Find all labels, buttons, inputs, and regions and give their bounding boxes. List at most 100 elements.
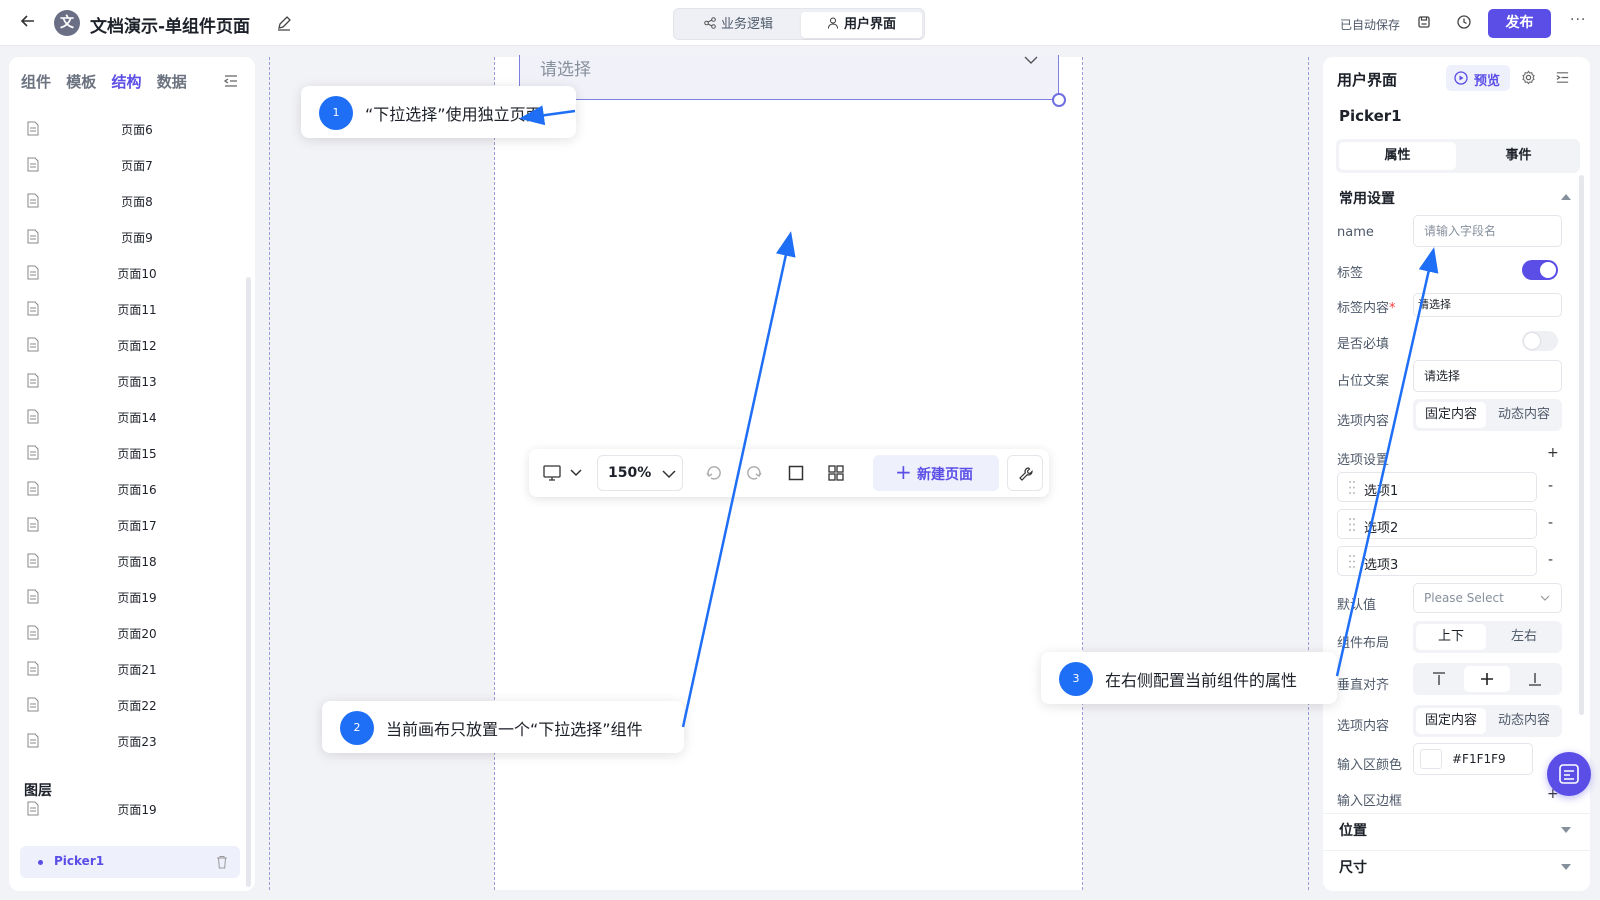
input-color-picker[interactable]: #F1F1F9 <box>1413 743 1533 775</box>
tab-structure[interactable]: 结构 <box>112 71 142 92</box>
callout-2: 2 当前画布只放置一个“下拉选择”组件 <box>322 701 684 753</box>
tab-business-logic[interactable]: 业务逻辑 <box>678 12 799 38</box>
tab-user-interface[interactable]: 用户界面 <box>801 12 922 38</box>
zoom-select[interactable]: 150% <box>597 455 683 491</box>
collapse-caret-icon[interactable] <box>1561 194 1571 200</box>
page-list-item[interactable]: 页面7 <box>27 155 227 175</box>
settings-wrench-button[interactable] <box>1007 455 1043 491</box>
tag-content-label: 标签内容* <box>1337 297 1396 316</box>
tab-data[interactable]: 数据 <box>157 71 187 92</box>
more-menu-icon[interactable]: ··· <box>1570 12 1586 28</box>
page-list-item[interactable]: 页面14 <box>27 407 227 427</box>
expand-caret-icon[interactable] <box>1561 827 1571 833</box>
publish-button[interactable]: 发布 <box>1488 9 1551 38</box>
preview-button[interactable]: 预览 <box>1446 65 1510 91</box>
option-dynamic-2[interactable]: 动态内容 <box>1489 708 1559 734</box>
page-list-item-label: 页面18 <box>117 555 157 569</box>
props-events-tabs: 属性 事件 <box>1336 139 1580 173</box>
document-icon <box>27 157 39 172</box>
page-list-item[interactable]: 页面10 <box>27 263 227 283</box>
page-list-item[interactable]: 页面19 <box>27 587 227 607</box>
autosave-status: 已自动保存 <box>1340 18 1401 32</box>
align-top-button[interactable] <box>1416 666 1462 692</box>
page-list-item[interactable]: 页面20 <box>27 623 227 643</box>
drag-handle-icon[interactable] <box>1348 517 1356 532</box>
assistant-fab-button[interactable] <box>1547 752 1591 796</box>
option-fixed-2[interactable]: 固定内容 <box>1416 708 1486 734</box>
remove-option-1-button[interactable]: - <box>1548 478 1553 494</box>
layer-picker-label: Picker1 <box>54 854 105 868</box>
page-list-item[interactable]: 页面16 <box>27 479 227 499</box>
option-dynamic[interactable]: 动态内容 <box>1489 402 1559 428</box>
left-scrollbar[interactable] <box>246 277 251 887</box>
name-input[interactable]: 请输入字段名 <box>1413 215 1562 247</box>
document-icon <box>27 337 39 352</box>
page-list-item-label: 页面16 <box>117 483 157 497</box>
picker-component[interactable]: 请选择 <box>519 55 1059 100</box>
right-scrollbar[interactable] <box>1579 175 1584 715</box>
tag-content-input[interactable]: 请选择 <box>1413 293 1562 317</box>
grid-icon[interactable] <box>827 464 845 482</box>
color-swatch[interactable] <box>1420 749 1442 769</box>
option-fixed[interactable]: 固定内容 <box>1416 402 1486 428</box>
page-list-item[interactable]: 页面13 <box>27 371 227 391</box>
redo-icon[interactable] <box>745 464 763 482</box>
page-list-item[interactable]: 页面15 <box>27 443 227 463</box>
tag-label: 标签 <box>1337 266 1364 281</box>
page-list-item[interactable]: 页面8 <box>27 191 227 211</box>
option-row-1[interactable]: 选项1 <box>1337 472 1537 502</box>
align-bottom-button[interactable] <box>1512 666 1558 692</box>
drag-handle-icon[interactable] <box>1348 480 1356 495</box>
required-star: * <box>1389 301 1396 316</box>
tag-content-text: 标签内容 <box>1337 301 1390 316</box>
history-clock-icon[interactable] <box>1456 14 1472 30</box>
app-logo: 文 <box>54 10 80 36</box>
page-list-item[interactable]: 页面9 <box>27 227 227 247</box>
tag-toggle[interactable] <box>1522 260 1558 280</box>
remove-option-3-button[interactable]: - <box>1548 552 1553 568</box>
align-middle-button[interactable] <box>1464 666 1510 692</box>
gear-icon[interactable] <box>1521 70 1536 85</box>
default-select[interactable]: Please Select <box>1413 583 1562 613</box>
layout-vertical[interactable]: 上下 <box>1416 624 1486 650</box>
undo-icon[interactable] <box>705 464 723 482</box>
edit-pencil-icon[interactable] <box>276 15 292 31</box>
page-list-item[interactable]: 页面11 <box>27 299 227 319</box>
option-row-3[interactable]: 选项3 <box>1337 546 1537 576</box>
document-icon <box>27 625 39 640</box>
add-option-button[interactable]: + <box>1547 445 1559 461</box>
tab-templates[interactable]: 模板 <box>66 71 96 92</box>
resize-handle[interactable] <box>1052 93 1066 107</box>
toggle-knob <box>1524 333 1540 349</box>
page-list-item[interactable]: 页面22 <box>27 695 227 715</box>
remove-option-2-button[interactable]: - <box>1548 515 1553 531</box>
document-icon <box>27 801 39 816</box>
required-toggle[interactable] <box>1522 331 1558 351</box>
placeholder-input[interactable]: 请选择 <box>1413 360 1562 392</box>
page-list-item[interactable]: 页面18 <box>27 551 227 571</box>
desktop-device-icon[interactable] <box>543 464 585 482</box>
new-page-button[interactable]: + 新建页面 <box>873 455 999 491</box>
layer-picker-item[interactable]: Picker1 <box>20 846 240 878</box>
page-list-item[interactable]: 页面17 <box>27 515 227 535</box>
page-list-item[interactable]: 页面23 <box>27 731 227 751</box>
page-list-item[interactable]: 页面6 <box>27 119 227 139</box>
frame-icon[interactable] <box>787 464 805 482</box>
option-row-2[interactable]: 选项2 <box>1337 509 1537 539</box>
trash-icon[interactable] <box>216 855 228 869</box>
tab-components[interactable]: 组件 <box>21 71 51 92</box>
page-list-item[interactable]: 页面12 <box>27 335 227 355</box>
page-list-item-label: 页面8 <box>121 195 153 209</box>
collapse-panel-icon[interactable] <box>223 73 239 89</box>
tab-events[interactable]: 事件 <box>1460 142 1577 170</box>
tab-properties[interactable]: 属性 <box>1339 142 1456 170</box>
drag-handle-icon[interactable] <box>1348 554 1356 569</box>
save-icon[interactable] <box>1416 14 1432 30</box>
list-collapse-icon[interactable] <box>1555 70 1570 85</box>
back-arrow-icon[interactable] <box>20 13 36 34</box>
layer-page-item[interactable]: 页面19 <box>27 799 227 819</box>
expand-caret-icon[interactable] <box>1561 864 1571 870</box>
layout-horizontal[interactable]: 左右 <box>1489 624 1559 650</box>
page-list-item[interactable]: 页面21 <box>27 659 227 679</box>
chevron-down-icon <box>1540 595 1550 601</box>
